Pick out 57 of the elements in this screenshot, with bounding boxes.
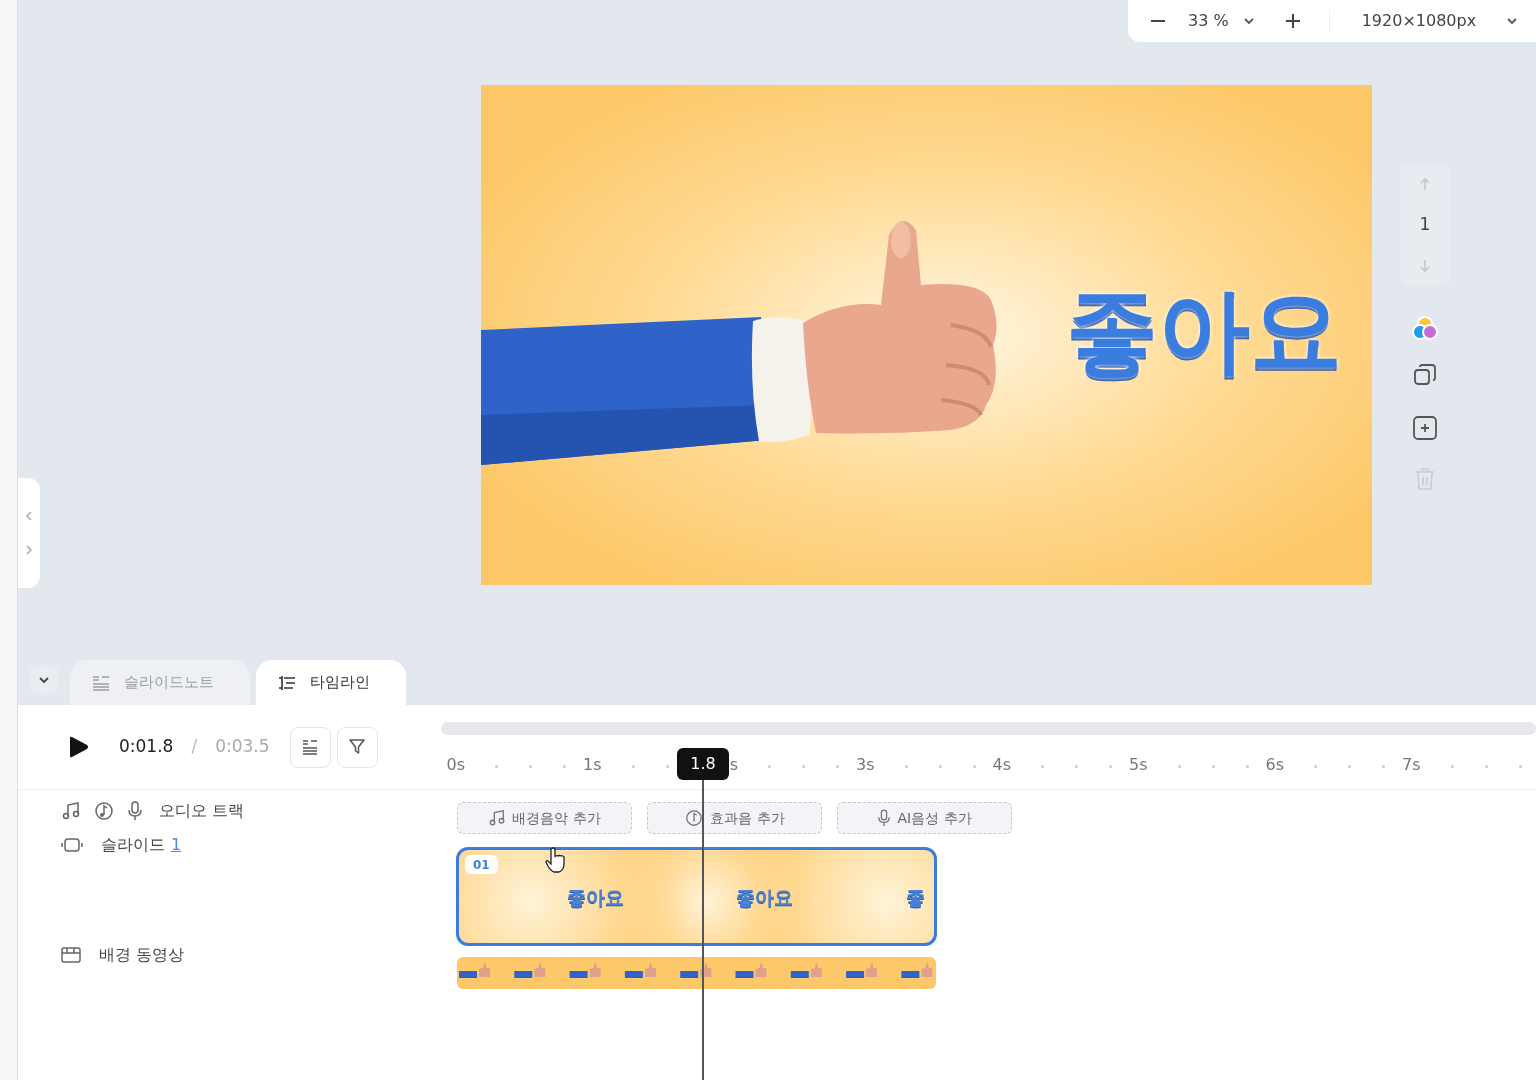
filter-button[interactable] [336,726,378,768]
slide-clip[interactable]: 01 좋아요 좋아요 좋 [456,847,937,946]
ruler-label: 5s [1129,755,1148,775]
sound-effect-icon [93,801,115,821]
zoom-level[interactable]: 33 % [1188,9,1229,33]
chevron-down-icon[interactable] [1506,15,1518,27]
ruler-label: s [729,755,738,775]
track-label: 배경 동영상 [99,944,185,966]
music-note-icon [61,801,81,821]
add-audio-button[interactable]: 효과음 추가 [647,802,822,834]
chevron-right-icon[interactable] [25,544,33,556]
notes-icon [92,674,110,691]
page-number: 1 [1419,213,1431,237]
clip-caption: 좋 [906,888,925,907]
add-image-icon[interactable] [1412,415,1438,441]
zoom-in-icon[interactable] [1284,13,1301,29]
ruler-label: 3s [856,755,875,775]
color-palette-icon[interactable] [1410,313,1440,343]
filter-icon [348,738,367,756]
subtitle-button[interactable] [289,726,331,768]
playhead-time[interactable]: 1.8 [677,748,729,780]
ruler-label: 0s [446,755,465,775]
slide-count-link[interactable]: 1 [171,833,182,857]
microphone-icon [127,801,143,821]
time-separator: / [191,735,198,759]
side-panel-handle[interactable] [18,478,40,588]
timeline-icon [278,674,296,691]
add-audio-button[interactable]: 배경음악 추가 [457,802,632,834]
duplicate-icon[interactable] [1413,363,1437,387]
clip-caption: 좋아요 [736,888,793,907]
total-time: 0:03.5 [215,735,270,759]
microphone-icon [877,809,892,827]
chevron-down-icon [38,674,50,686]
ruler-label: 7s [1402,755,1421,775]
slide-headline: 좋아요 [1066,285,1342,377]
track-label: 오디오 트랙 [159,800,245,822]
track-label: 슬라이드 [101,834,165,856]
chevron-left-icon[interactable] [25,510,33,522]
panel-tab[interactable]: 타임라인 [256,660,406,705]
ruler-label: 6s [1265,755,1284,775]
slide-icon [61,837,83,853]
ruler-label: 1s [583,755,602,775]
ruler-label: 4s [992,755,1011,775]
video-icon [61,946,81,964]
add-audio-button[interactable]: AI음성 추가 [837,802,1012,834]
music-note-icon [488,809,507,827]
timeline-scrollbar[interactable] [441,722,1536,735]
play-icon[interactable] [67,736,89,758]
slide-number-badge: 01 [465,855,498,874]
collapse-button[interactable] [30,665,58,695]
clip-caption: 좋아요 [567,888,624,907]
current-time: 0:01.8 [119,735,174,759]
sound-effect-icon [684,809,705,827]
canvas-size[interactable]: 1920×1080px [1361,9,1477,33]
hand-cursor-icon [544,847,566,873]
chevron-down-icon[interactable] [1242,15,1255,27]
text-lines-icon [301,738,320,756]
